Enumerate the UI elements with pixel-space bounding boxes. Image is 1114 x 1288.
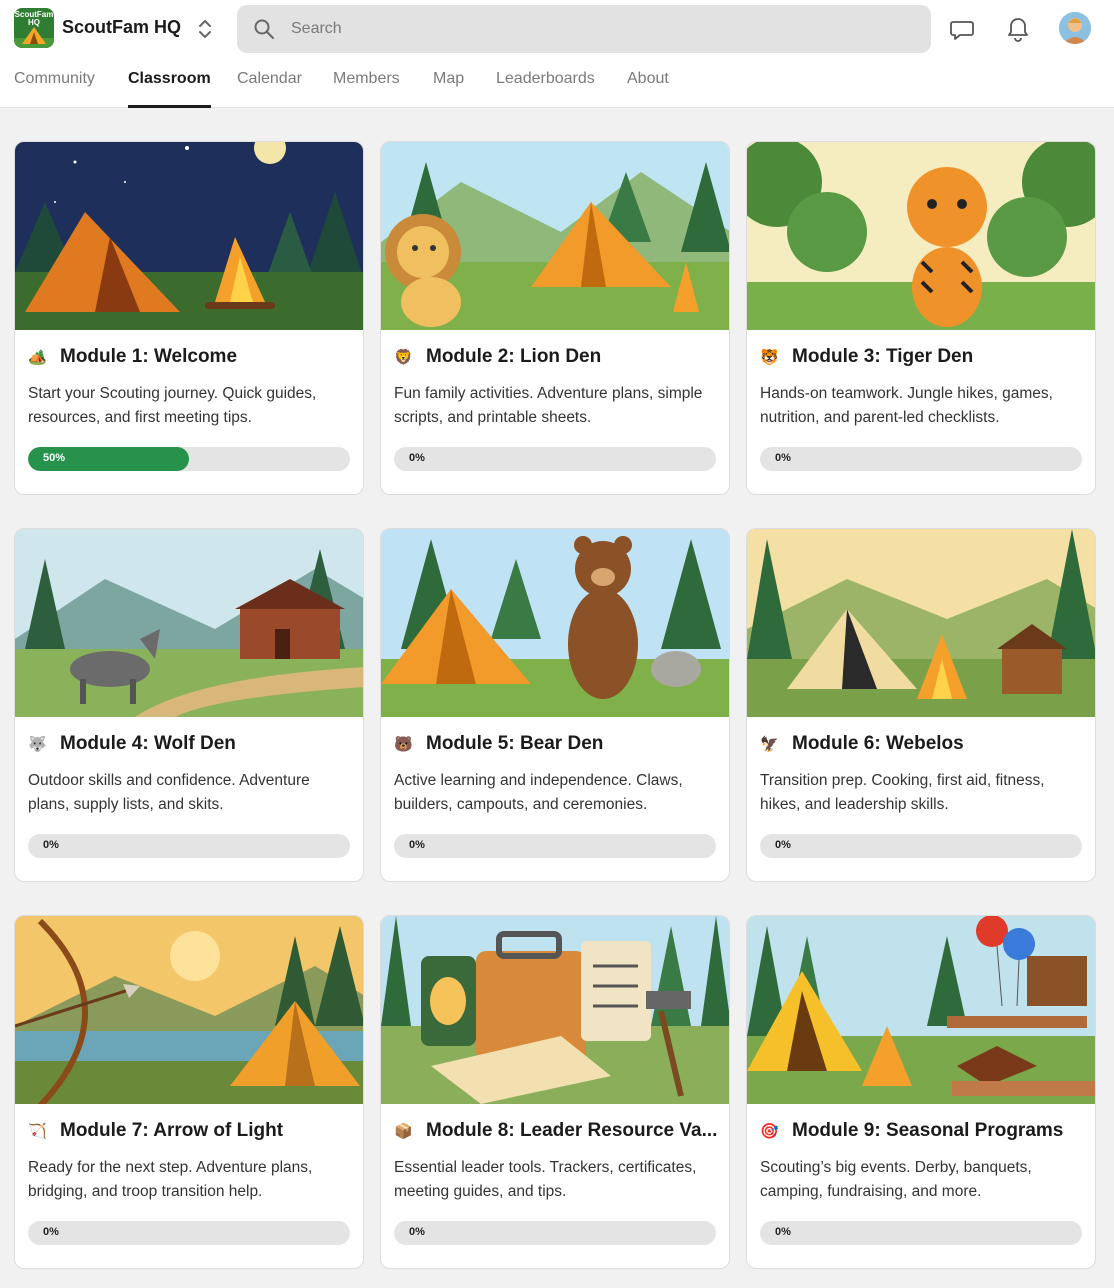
module-description: Active learning and independence. Claws,… [394, 772, 683, 813]
module-emoji: 🏕️ [28, 349, 47, 366]
module-description: Fun family activities. Adventure plans, … [394, 385, 703, 426]
module-title-text: Module 4: Wolf Den [60, 733, 236, 754]
progress-label: 0% [775, 452, 791, 464]
module-card[interactable]: 🐻 Module 5: Bear Den Active learning and … [380, 528, 730, 882]
progress-bar: 0% [760, 447, 1082, 471]
module-description: Transition prep. Cooking, first aid, fit… [760, 772, 1045, 813]
tab-members[interactable]: Members [333, 70, 400, 108]
module-description: Scouting’s big events. Derby, banquets, … [760, 1159, 1032, 1200]
module-card[interactable]: 📦 Module 8: Leader Resource Va... Essenti… [380, 915, 730, 1269]
chevron-up-down-icon[interactable] [196, 18, 214, 40]
progress-bar: 0% [28, 834, 350, 858]
logo-text: ScoutFam HQ [14, 10, 54, 27]
module-title[interactable]: 🦁 Module 2: Lion Den [394, 346, 719, 368]
module-emoji: 🎯 [760, 1123, 779, 1140]
module-title-text: Module 8: Leader Resource Va... [426, 1120, 718, 1141]
module-cover-image [747, 142, 1095, 330]
module-cover-image [381, 916, 729, 1104]
tab-about[interactable]: About [627, 70, 669, 108]
module-description: Ready for the next step. Adventure plans… [28, 1159, 313, 1200]
module-title[interactable]: 🦅 Module 6: Webelos [760, 733, 1085, 755]
progress-label: 0% [775, 1226, 791, 1238]
module-title[interactable]: 🐺 Module 4: Wolf Den [28, 733, 353, 755]
tab-community[interactable]: Community [14, 70, 95, 108]
module-cover-image [15, 142, 363, 330]
module-emoji: 🦁 [394, 349, 413, 366]
module-card[interactable]: 🦁 Module 2: Lion Den Fun family activitie… [380, 141, 730, 495]
search-icon [254, 19, 274, 39]
module-cover-image [15, 916, 363, 1104]
progress-bar: 0% [28, 1221, 350, 1245]
module-card[interactable]: 🏹 Module 7: Arrow of Light Ready for the … [14, 915, 364, 1269]
module-cover-image [381, 529, 729, 717]
top-navigation-bar: ScoutFam HQ ScoutFam HQ Communit [0, 0, 1114, 108]
module-cover-image [381, 142, 729, 330]
module-title-text: Module 1: Welcome [60, 346, 238, 367]
chat-icon[interactable] [948, 15, 976, 43]
module-card[interactable]: 🐯 Module 3: Tiger Den Hands-on teamwork. … [746, 141, 1096, 495]
module-cover-image [747, 529, 1095, 717]
progress-bar: 0% [394, 1221, 716, 1245]
progress-bar: 0% [394, 447, 716, 471]
progress-bar: 50% [28, 447, 350, 471]
module-emoji: 🏹 [28, 1123, 47, 1140]
tab-classroom[interactable]: Classroom [128, 70, 211, 108]
module-title-text: Module 3: Tiger Den [792, 346, 974, 367]
module-title[interactable]: 🎯 Module 9: Seasonal Programs [760, 1120, 1085, 1142]
tab-leaderboards[interactable]: Leaderboards [496, 70, 595, 108]
module-title-text: Module 6: Webelos [792, 733, 964, 754]
module-emoji: 📦 [394, 1123, 413, 1140]
community-name[interactable]: ScoutFam HQ [62, 17, 181, 38]
progress-label: 0% [775, 839, 791, 851]
community-logo[interactable]: ScoutFam HQ [14, 8, 54, 48]
module-emoji: 🐻 [394, 736, 413, 753]
module-title[interactable]: 🐻 Module 5: Bear Den [394, 733, 719, 755]
progress-label: 0% [409, 452, 425, 464]
progress-bar: 0% [760, 834, 1082, 858]
progress-label: 0% [409, 839, 425, 851]
progress-bar: 0% [394, 834, 716, 858]
progress-bar: 0% [760, 1221, 1082, 1245]
module-title[interactable]: 🐯 Module 3: Tiger Den [760, 346, 1085, 368]
progress-label: 0% [409, 1226, 425, 1238]
search-input[interactable] [291, 5, 891, 53]
user-avatar[interactable] [1059, 12, 1091, 44]
avatar-image [1059, 12, 1091, 44]
progress-label: 50% [43, 452, 66, 464]
module-title-text: Module 5: Bear Den [426, 733, 604, 754]
tab-bar: Community Classroom Calendar Members Map… [0, 62, 1114, 108]
module-title-text: Module 2: Lion Den [426, 346, 602, 367]
progress-label: 0% [43, 839, 59, 851]
module-title[interactable]: 🏹 Module 7: Arrow of Light [28, 1120, 353, 1142]
module-card[interactable]: 🎯 Module 9: Seasonal Programs Scouting’s … [746, 915, 1096, 1269]
tent-logo-icon [14, 27, 54, 48]
tab-map[interactable]: Map [433, 70, 464, 108]
module-description: Essential leader tools. Trackers, certif… [394, 1159, 697, 1200]
search-bar[interactable] [237, 5, 931, 53]
module-description: Hands-on teamwork. Jungle hikes, games, … [760, 385, 1053, 426]
module-card[interactable]: 🐺 Module 4: Wolf Den Outdoor skills and c… [14, 528, 364, 882]
module-emoji: 🦅 [760, 736, 779, 753]
module-emoji: 🐯 [760, 349, 779, 366]
module-title-text: Module 9: Seasonal Programs [792, 1120, 1064, 1141]
tab-calendar[interactable]: Calendar [237, 70, 302, 108]
module-emoji: 🐺 [28, 736, 47, 753]
module-cover-image [15, 529, 363, 717]
bell-icon[interactable] [1004, 15, 1032, 43]
module-card[interactable]: 🦅 Module 6: Webelos Transition prep. Cook… [746, 528, 1096, 882]
module-cover-image [747, 916, 1095, 1104]
module-title[interactable]: 🏕️ Module 1: Welcome [28, 346, 353, 368]
module-title[interactable]: 📦 Module 8: Leader Resource Va... [394, 1120, 719, 1142]
module-card[interactable]: 🏕️ Module 1: Welcome Start your Scouting … [14, 141, 364, 495]
progress-label: 0% [43, 1226, 59, 1238]
module-title-text: Module 7: Arrow of Light [60, 1120, 284, 1141]
module-description: Start your Scouting journey. Quick guide… [28, 385, 317, 426]
module-description: Outdoor skills and confidence. Adventure… [28, 772, 310, 813]
